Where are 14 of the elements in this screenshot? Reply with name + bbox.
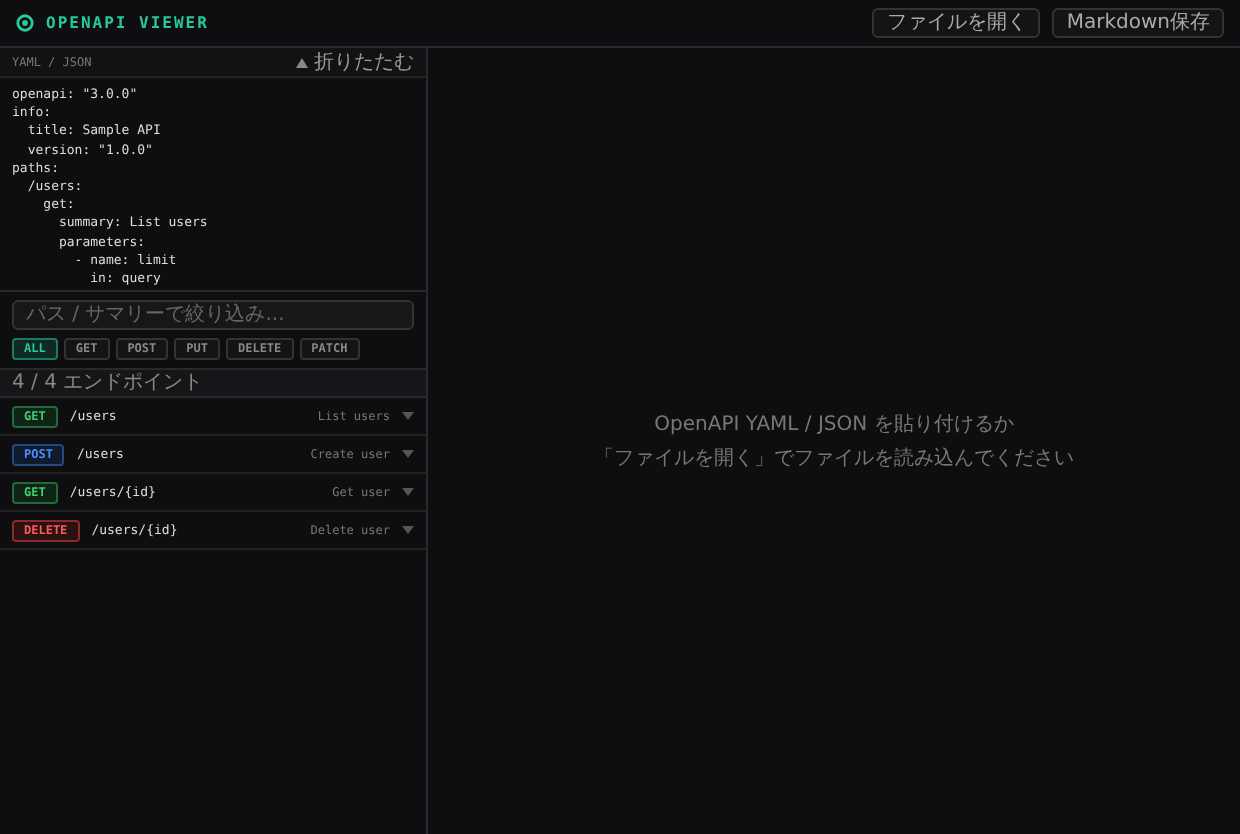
empty-message: OpenAPI YAML / JSON を貼り付けるか	[652, 411, 1016, 439]
app-title: OPENAPI VIEWER	[46, 14, 209, 32]
collapse-button[interactable]: 折りたたむ	[296, 48, 414, 76]
chevron-down-icon	[402, 526, 414, 534]
chevron-down-icon	[402, 412, 414, 420]
logo-icon	[16, 14, 34, 32]
header-button[interactable]: ファイルを開く	[872, 8, 1041, 38]
endpoint-count: 4 / 4 エンドポイント	[0, 370, 426, 398]
empty-message: 「ファイルを開く」でファイルを読み込んでください	[594, 445, 1074, 473]
chevron-down-icon	[402, 450, 414, 458]
chevron-down-icon	[402, 488, 414, 496]
search-field[interactable]: パス / サマリーで絞り込み...	[12, 300, 414, 330]
triangle-icon	[296, 57, 308, 67]
header-button[interactable]: Markdown保存	[1052, 8, 1224, 38]
